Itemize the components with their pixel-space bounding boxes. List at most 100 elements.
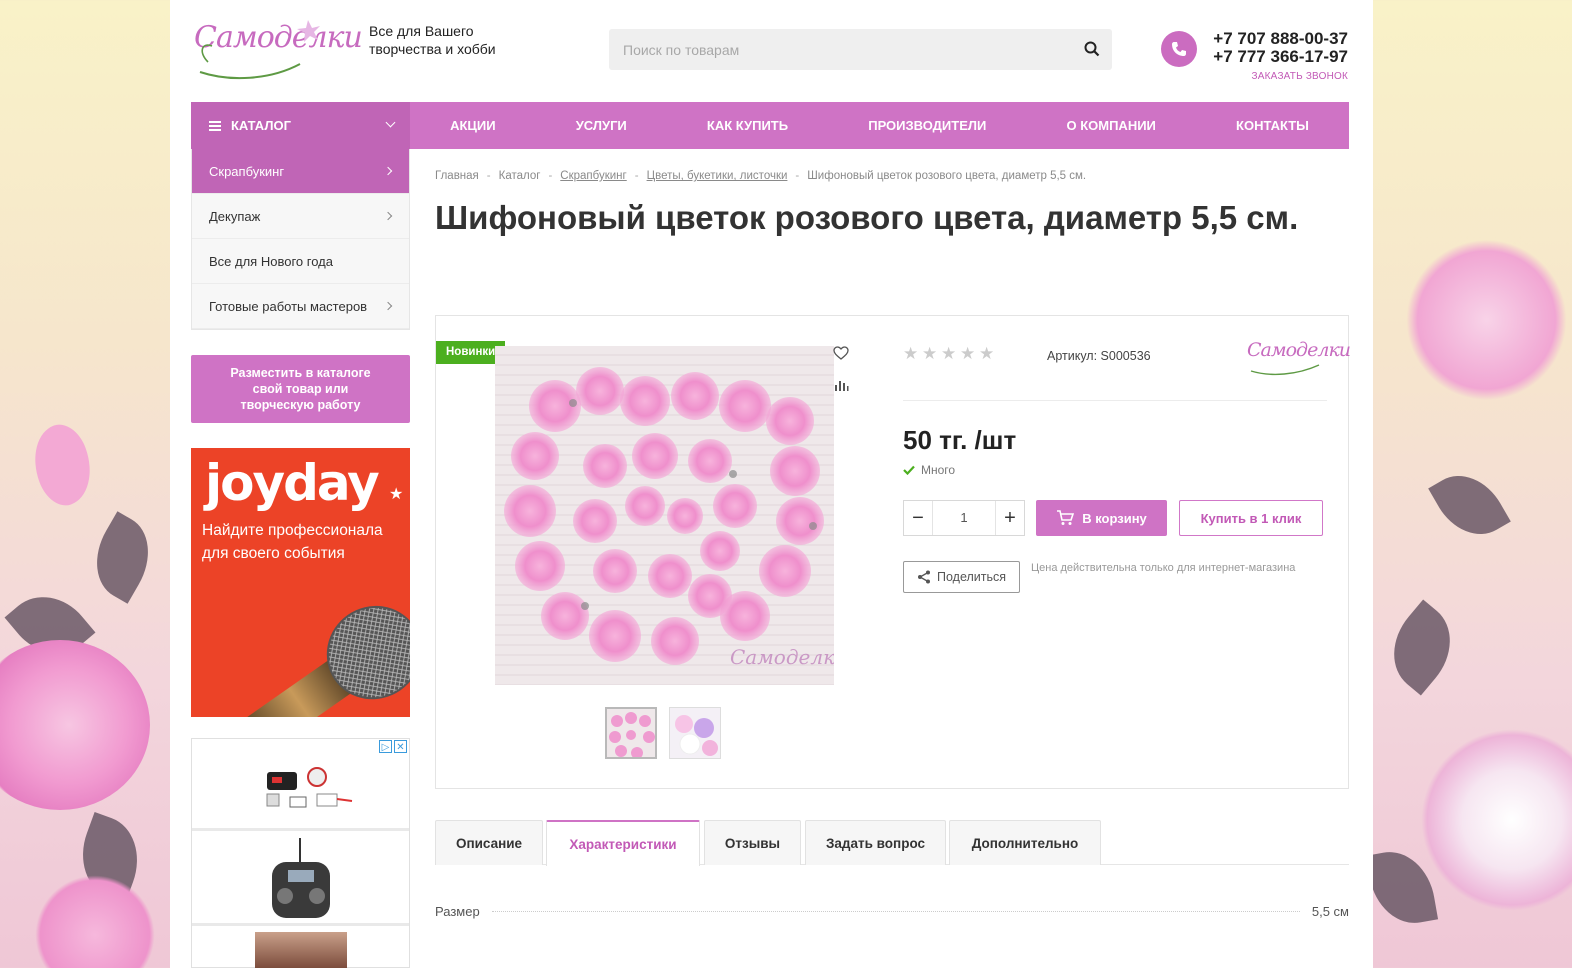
tab-description[interactable]: Описание — [435, 820, 543, 865]
star-icon[interactable]: ★ — [979, 345, 995, 362]
search-input[interactable] — [609, 29, 1049, 70]
tab-additional[interactable]: Дополнительно — [949, 820, 1101, 865]
catalog-menu-button[interactable]: КАТАЛОГ — [191, 102, 410, 149]
star-icon[interactable]: ★ — [960, 345, 976, 362]
background-decoration-right — [1372, 0, 1572, 968]
breadcrumb-flowers[interactable]: Цветы, букетики, листочки — [647, 170, 788, 182]
joyday-ad-banner[interactable]: joyday ★ Найдите профессионала для своег… — [191, 448, 410, 717]
rating-stars[interactable]: ★ ★ ★ ★ ★ — [903, 345, 995, 362]
divider — [903, 400, 1327, 401]
rc-transmitter-icon — [272, 838, 330, 918]
phone-numbers: +7 707 888-00-37 +7 777 366-17-97 — [1213, 30, 1348, 66]
breadcrumb: Главная - Каталог - Скрапбукинг - Цветы,… — [435, 170, 1086, 182]
star-icon[interactable]: ★ — [903, 345, 919, 362]
tab-reviews[interactable]: Отзывы — [704, 820, 801, 865]
microphone-icon — [234, 605, 410, 717]
tab-ask-question[interactable]: Задать вопрос — [805, 820, 946, 865]
phone-number-2[interactable]: +7 777 366-17-97 — [1213, 48, 1348, 66]
ad-blocks: ▷ ✕ — [191, 738, 410, 968]
increase-qty-button[interactable]: + — [996, 501, 1024, 535]
share-label: Поделиться — [936, 570, 1007, 584]
page-title: Шифоновый цветок розового цвета, диаметр… — [435, 199, 1299, 236]
quantity-input[interactable]: 1 — [932, 501, 996, 535]
product-thumbnail-icon — [266, 767, 353, 808]
add-to-cart-button[interactable]: В корзину — [1036, 500, 1167, 536]
site-logo[interactable]: Самоделки — [190, 12, 363, 80]
product-main-image[interactable]: Самоделки — [495, 346, 834, 685]
heart-icon[interactable] — [833, 346, 849, 360]
place-product-button[interactable]: Разместить в каталоге свой товар или тво… — [191, 355, 410, 423]
nav-item-contacts[interactable]: КОНТАКТЫ — [1236, 118, 1309, 133]
nav-item-about[interactable]: О КОМПАНИИ — [1066, 118, 1155, 133]
chevron-right-icon — [383, 211, 393, 221]
breadcrumb-separator: - — [634, 170, 639, 182]
phone-number-1[interactable]: +7 707 888-00-37 — [1213, 30, 1348, 48]
price-note: Цена действительна только для интернет-м… — [1031, 562, 1296, 574]
sidebar-item-scrapbooking[interactable]: Скрапбукинг — [192, 149, 409, 194]
quantity-stepper: − 1 + — [903, 500, 1025, 536]
buy-one-click-button[interactable]: Купить в 1 клик — [1179, 500, 1323, 536]
nav-item-services[interactable]: УСЛУГИ — [576, 118, 627, 133]
ad-item[interactable] — [192, 929, 409, 968]
product-price: 50 тг. /шт — [903, 425, 1017, 455]
catalog-label: КАТАЛОГ — [231, 118, 291, 133]
hamburger-icon — [209, 120, 221, 131]
brand-swirl-icon — [1250, 364, 1320, 376]
spec-name: Размер — [435, 904, 480, 919]
nav-item-how-to-buy[interactable]: КАК КУПИТЬ — [707, 118, 788, 133]
nav-items: АКЦИИ УСЛУГИ КАК КУПИТЬ ПРОИЗВОДИТЕЛИ О … — [410, 102, 1349, 149]
background-decoration-left — [0, 0, 170, 968]
logo-swirl-icon — [199, 20, 320, 80]
chevron-down-icon — [385, 117, 396, 128]
site-tagline: Все для Вашего творчества и хобби — [369, 23, 496, 57]
star-icon[interactable]: ★ — [941, 345, 957, 362]
sidebar-menu: Скрапбукинг Декупаж Все для Нового года … — [191, 149, 410, 330]
sidebar-item-ready-works[interactable]: Готовые работы мастеров — [192, 284, 409, 329]
chevron-right-icon — [383, 301, 393, 311]
spec-value: 5,5 см — [1311, 904, 1349, 919]
ad-item[interactable] — [192, 834, 409, 926]
check-icon — [903, 465, 915, 475]
sidebar-item-decoupage[interactable]: Декупаж — [192, 194, 409, 239]
product-tabs: Описание Характеристики Отзывы Задать во… — [435, 820, 1349, 866]
nav-item-manufacturers[interactable]: ПРОИЗВОДИТЕЛИ — [868, 118, 986, 133]
callback-link[interactable]: ЗАКАЗАТЬ ЗВОНОК — [1252, 71, 1348, 82]
star-icon[interactable]: ★ — [922, 345, 938, 362]
search-icon[interactable] — [1084, 41, 1100, 57]
stock-label: Много — [921, 463, 956, 477]
breadcrumb-scrapbooking[interactable]: Скрапбукинг — [560, 170, 626, 182]
compare-icon[interactable] — [833, 378, 849, 392]
tab-characteristics[interactable]: Характеристики — [546, 820, 700, 866]
product-thumbnail-1[interactable] — [605, 707, 657, 759]
brand-logo[interactable]: Самоделки — [1245, 333, 1351, 377]
ad-item[interactable] — [192, 739, 409, 831]
breadcrumb-separator: - — [548, 170, 553, 182]
decrease-qty-button[interactable]: − — [904, 501, 932, 535]
sidebar-item-new-year[interactable]: Все для Нового года — [192, 239, 409, 284]
breadcrumb-current: Шифоновый цветок розового цвета, диаметр… — [807, 170, 1087, 182]
search-bar — [609, 29, 1112, 70]
share-icon — [917, 570, 930, 584]
product-card: Новинки Самоделки — [435, 315, 1351, 789]
main-nav: КАТАЛОГ АКЦИИ УСЛУГИ КАК КУПИТЬ ПРОИЗВОД… — [191, 102, 1349, 149]
breadcrumb-catalog[interactable]: Каталог — [499, 170, 541, 182]
sidebar-item-label: Все для Нового года — [209, 253, 333, 269]
chevron-right-icon — [383, 166, 393, 176]
product-thumbnail-2[interactable] — [669, 707, 721, 759]
product-article: Артикул: S000536 — [1047, 349, 1151, 363]
stock-status: Много — [903, 463, 955, 477]
ad-image — [255, 932, 347, 968]
sidebar-item-label: Декупаж — [209, 208, 261, 224]
banner-logo: joyday — [205, 454, 380, 512]
breadcrumb-separator: - — [486, 170, 491, 182]
breadcrumb-separator: - — [795, 170, 800, 182]
share-button[interactable]: Поделиться — [903, 561, 1020, 593]
breadcrumb-home[interactable]: Главная — [435, 170, 479, 182]
phone-icon[interactable] — [1161, 31, 1197, 67]
nav-item-promotions[interactable]: АКЦИИ — [450, 118, 496, 133]
add-to-cart-label: В корзину — [1082, 510, 1147, 526]
star-icon: ★ — [389, 486, 404, 503]
spec-dots — [491, 911, 1300, 912]
image-watermark: Самоделки — [730, 645, 834, 669]
pink-flowers-image: Самоделки — [495, 346, 834, 685]
